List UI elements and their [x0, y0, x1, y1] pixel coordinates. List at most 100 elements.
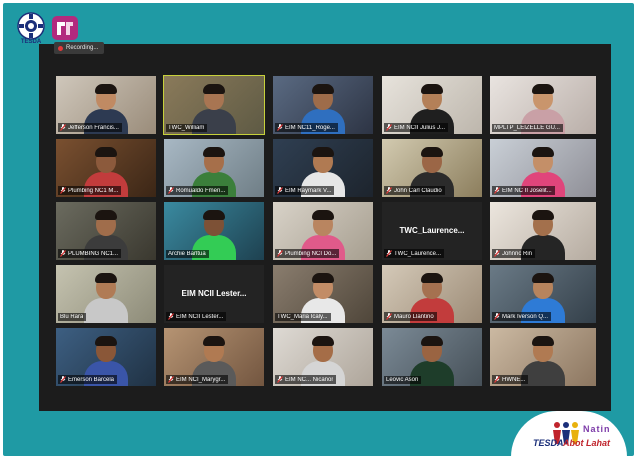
participant-tile[interactable]: EIM NC11_Roge... [273, 76, 373, 134]
participant-name: EIM Raymark V... [285, 187, 332, 194]
participant-name-display: TWC_Laurence... [399, 226, 465, 235]
muted-mic-icon [277, 376, 283, 383]
participant-name: Emerson Barcela [68, 376, 115, 383]
muted-mic-icon [168, 313, 174, 320]
participant-tile[interactable]: EIM NC II Joselit... [490, 139, 596, 197]
participant-name-tag: EIM NC... Nicanor [275, 375, 337, 384]
participant-name: TWC_William [168, 125, 205, 131]
participant-tile[interactable]: Plumbing NC1 M... [56, 139, 156, 197]
participant-name: Plumbing NCI Do... [285, 250, 337, 257]
participant-name-tag: Johnric Rin [492, 249, 536, 258]
participant-name-tag: EIM NC II Joselit... [492, 186, 555, 195]
participant-tile[interactable]: John Carl Claudio [382, 139, 482, 197]
participant-video [83, 273, 129, 323]
participant-name: Johnric Rin [502, 250, 533, 257]
participant-name: TWC_Laurence... [394, 250, 442, 257]
badge-abot-lahat-text: Abot Lahat [563, 438, 610, 448]
participant-name: MPLTP_LEIZELLE GU... [494, 125, 560, 131]
participant-name: Romualdo Fmen... [176, 187, 226, 194]
participant-tile[interactable]: TWC_Maria Icaly... [273, 265, 373, 323]
participant-name-tag: EIM NCII Lester... [166, 312, 227, 321]
participant-tile[interactable]: TWC_Laurence... TWC_Laurence... [382, 202, 482, 260]
participant-name: Leovic Ason [386, 377, 419, 383]
participant-tile[interactable]: EIM NCII Lester... EIM NCII Lester... [164, 265, 264, 323]
participant-tile[interactable]: Mark Iverson Q... [490, 265, 596, 323]
participant-name: Plumbing NC1 M... [68, 187, 119, 194]
recording-dot-icon [58, 45, 63, 51]
participant-name: Blu Rara [60, 314, 84, 320]
participant-name-tag: HWNE... [492, 375, 529, 384]
recording-indicator[interactable]: Recording... [54, 42, 105, 54]
muted-mic-icon [60, 124, 66, 131]
muted-mic-icon [386, 250, 392, 257]
badge-script-text: Natin [583, 424, 611, 434]
participant-name: John Carl Claudio [394, 187, 442, 194]
participant-name: Mark Iverson Q... [502, 313, 549, 320]
participant-name-tag: Mauro Llantino [384, 312, 437, 321]
participant-name-tag: TWC_William [166, 124, 208, 132]
muted-mic-icon [168, 376, 174, 383]
muted-mic-icon [60, 187, 66, 194]
participant-name-tag: EIM NC11_Roge... [275, 123, 338, 132]
participant-name-tag: EIM NCI_Marygr... [166, 375, 229, 384]
muted-mic-icon [386, 124, 392, 131]
participant-name-tag: Jefferson Francis... [58, 123, 122, 132]
muted-mic-icon [168, 187, 174, 194]
participant-name: EIM NC... Nicanor [285, 376, 334, 383]
participant-name: EIM NC11_Roge... [285, 124, 335, 131]
participant-name: EIM NC II Joselit... [502, 187, 552, 194]
participant-name-tag: Romualdo Fmen... [166, 186, 229, 195]
participant-tile[interactable]: Jefferson Francis... [56, 76, 156, 134]
participant-name-tag: Archie Barltua [166, 250, 209, 258]
participant-tile[interactable]: HWNE... [490, 328, 596, 386]
muted-mic-icon [277, 187, 283, 194]
participant-tile[interactable]: Mauro Llantino [382, 265, 482, 323]
participant-name-tag: John Carl Claudio [384, 186, 445, 195]
participant-name: HWNE... [502, 376, 526, 383]
participant-name-tag: Mark Iverson Q... [492, 312, 552, 321]
participant-name-tag: TWC_Laurence... [384, 249, 445, 258]
participant-name-tag: EIM Raymark V... [275, 186, 335, 195]
participant-name-tag: Emerson Barcela [58, 375, 118, 384]
muted-mic-icon [494, 250, 500, 257]
muted-mic-icon [277, 124, 283, 131]
participant-tile[interactable]: Emerson Barcela [56, 328, 156, 386]
muted-mic-icon [277, 250, 283, 257]
participant-tile[interactable]: EIM NC... Nicanor [273, 328, 373, 386]
participant-tile[interactable]: TWC_William [163, 75, 265, 135]
muted-mic-icon [60, 376, 66, 383]
muted-mic-icon [494, 187, 500, 194]
participant-tile[interactable]: MPLTP_LEIZELLE GU... [490, 76, 596, 134]
tesda-logo: TESDA [17, 12, 45, 48]
participant-name-tag: Plumbing NC1 M... [58, 186, 122, 195]
participant-name: PLUMBING NC1... [68, 250, 119, 257]
participant-name-tag: MPLTP_LEIZELLE GU... [492, 124, 563, 132]
muted-mic-icon [494, 376, 500, 383]
participant-tile[interactable]: PLUMBING NC1... [56, 202, 156, 260]
participant-name-tag: PLUMBING NC1... [58, 249, 122, 258]
partner-logo [51, 14, 79, 42]
participant-name-tag: EIM NCII Julius J... [384, 123, 449, 132]
participant-tile[interactable]: Romualdo Fmen... [164, 139, 264, 197]
participant-name: Jefferson Francis... [68, 124, 119, 131]
recording-label: Recording... [66, 45, 99, 51]
participant-name-display: EIM NCII Lester... [181, 289, 247, 298]
participant-name-tag: Blu Rara [58, 313, 87, 321]
participant-name: EIM NCII Julius J... [394, 124, 446, 131]
participant-name: Mauro Llantino [394, 313, 434, 320]
participant-tile[interactable]: Archie Barltua [164, 202, 264, 260]
participant-name: TWC_Maria Icaly... [277, 314, 328, 320]
participant-tile[interactable]: Blu Rara [56, 265, 156, 323]
muted-mic-icon [60, 250, 66, 257]
muted-mic-icon [386, 187, 392, 194]
participant-tile[interactable]: EIM Raymark V... [273, 139, 373, 197]
participant-tile[interactable]: Leovic Ason [382, 328, 482, 386]
participant-name-tag: Leovic Ason [384, 376, 422, 384]
participant-tile[interactable]: EIM NCII Julius J... [382, 76, 482, 134]
participant-tile[interactable]: Plumbing NCI Do... [273, 202, 373, 260]
muted-mic-icon [386, 313, 392, 320]
participant-name-tag: Plumbing NCI Do... [275, 249, 340, 258]
participant-name: EIM NCI_Marygr... [176, 376, 226, 383]
participant-tile[interactable]: Johnric Rin [490, 202, 596, 260]
participant-tile[interactable]: EIM NCI_Marygr... [164, 328, 264, 386]
